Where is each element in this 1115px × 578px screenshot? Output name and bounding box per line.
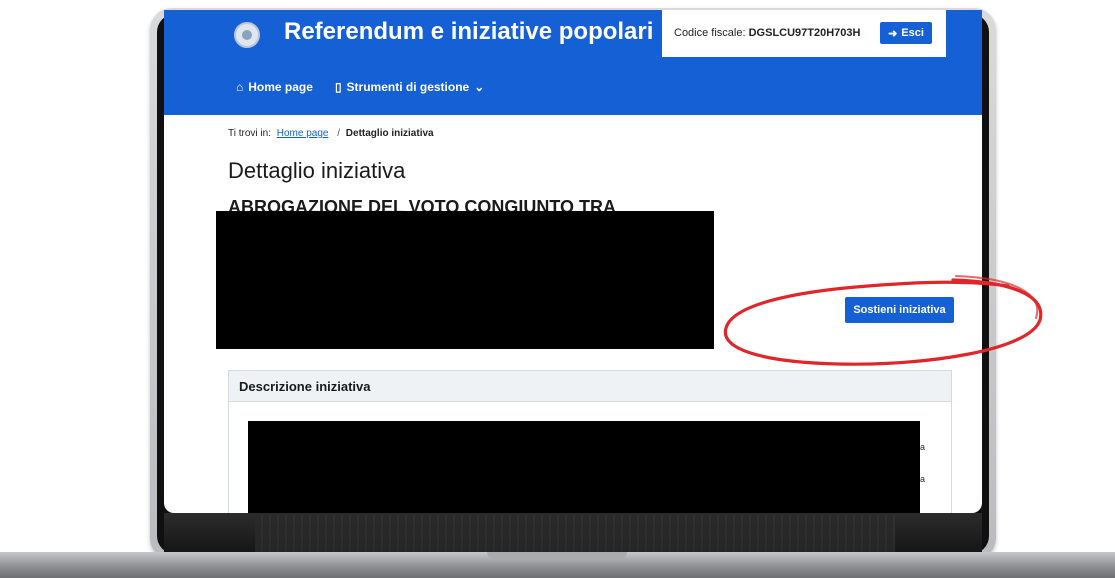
keyboard-keys: [255, 515, 895, 553]
description-text-fragment: a: [920, 474, 926, 484]
site-header: Referendum e iniziative popolari Codice …: [164, 10, 982, 115]
breadcrumb-home-link[interactable]: Home page: [277, 128, 329, 139]
breadcrumb-separator: /: [337, 128, 341, 139]
main-nav: ⌂ Home page ▯ Strumenti di gestione ⌄: [236, 80, 484, 94]
browser-screen: Referendum e iniziative popolari Codice …: [164, 10, 982, 513]
support-initiative-button[interactable]: Sostieni iniziativa: [845, 297, 954, 323]
nav-item-label: Home page: [248, 80, 313, 94]
tablet-icon: ▯: [334, 80, 342, 94]
page-title: Dettaglio iniziativa: [228, 158, 406, 183]
breadcrumb: Ti trovi in: Home page / Dettaglio inizi…: [228, 128, 434, 139]
sign-out-icon: ➜: [888, 27, 898, 40]
fiscal-code-label: Codice fiscale: DGSLCU97T20H703H: [674, 27, 860, 39]
nav-item-label: Strumenti di gestione: [346, 80, 470, 94]
site-title[interactable]: Referendum e iniziative popolari: [284, 18, 653, 46]
fiscal-code-value: DGSLCU97T20H703H: [748, 27, 861, 39]
fiscal-code-prefix: Codice fiscale:: [674, 27, 746, 39]
emblem-icon: [234, 22, 260, 48]
logout-label: Esci: [901, 27, 924, 39]
redaction-block: [216, 211, 714, 349]
breadcrumb-current: Dettaglio iniziativa: [345, 128, 434, 139]
logout-button[interactable]: ➜ Esci: [880, 22, 932, 44]
user-box: Codice fiscale: DGSLCU97T20H703H ➜ Esci: [662, 10, 946, 57]
description-header: Descrizione iniziativa: [229, 371, 951, 402]
chevron-down-icon: ⌄: [474, 80, 485, 94]
breadcrumb-prefix: Ti trovi in:: [228, 128, 271, 139]
nav-item-strumenti[interactable]: ▯ Strumenti di gestione ⌄: [335, 80, 484, 94]
redaction-block: [248, 421, 920, 513]
nav-item-home[interactable]: ⌂ Home page: [236, 80, 313, 94]
description-text-fragment: a: [920, 442, 926, 452]
home-icon: ⌂: [236, 80, 244, 94]
laptop-base-notch: [487, 552, 627, 559]
